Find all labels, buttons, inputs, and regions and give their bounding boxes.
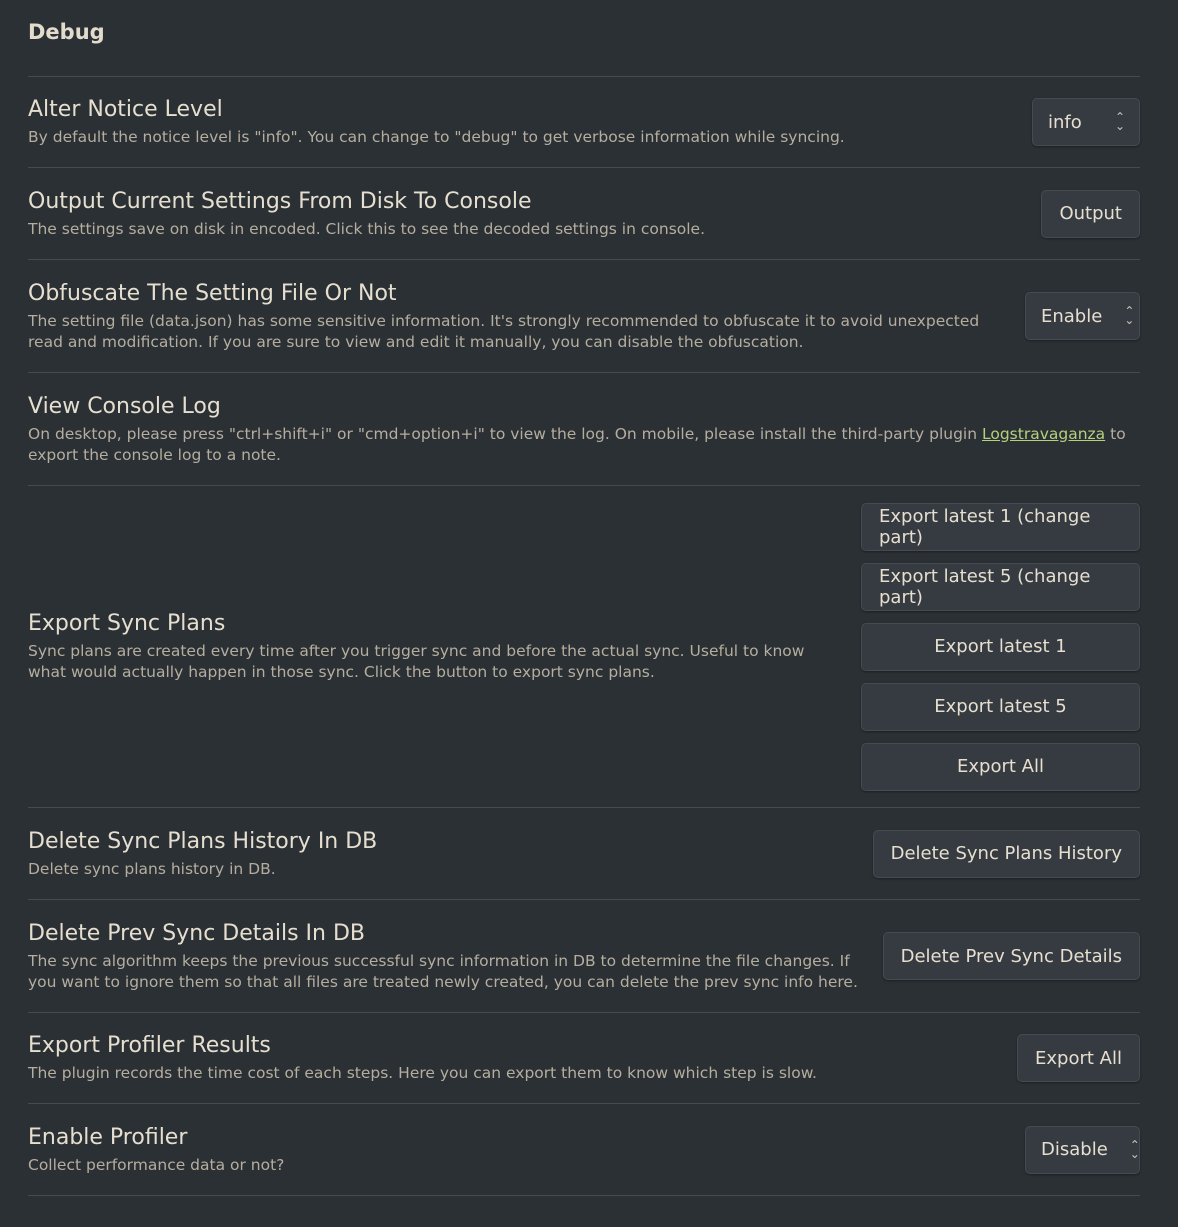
setting-enable-profiler: Enable Profiler Collect performance data… xyxy=(28,1103,1140,1196)
select-value: Disable xyxy=(1041,1139,1108,1160)
export-all-plans-button[interactable]: Export All xyxy=(861,742,1140,791)
setting-name: Alter Notice Level xyxy=(28,97,223,122)
select-value: info xyxy=(1048,111,1082,133)
section-title: Debug xyxy=(28,20,105,44)
setting-console-log: View Console Log On desktop, please pres… xyxy=(28,372,1140,485)
debug-settings-page: Debug Alter Notice Level By default the … xyxy=(0,0,1178,1196)
obfuscate-select[interactable]: Enable ⌃ ⌄ xyxy=(1025,292,1140,340)
setting-name: Output Current Settings From Disk To Con… xyxy=(28,188,532,214)
setting-export-sync-plans: Export Sync Plans Sync plans are created… xyxy=(28,485,1140,807)
delete-sync-plans-button[interactable]: Delete Sync Plans History xyxy=(872,829,1140,878)
setting-description: Collect performance data or not? xyxy=(28,1155,285,1174)
export-latest-1-button[interactable]: Export latest 1 xyxy=(861,622,1140,671)
chevron-up-down-icon: ⌃ ⌄ xyxy=(1114,110,1125,133)
delete-prev-sync-button[interactable]: Delete Prev Sync Details xyxy=(882,932,1140,980)
setting-description: The plugin records the time cost of each… xyxy=(28,1064,817,1082)
export-latest-5-change-button[interactable]: Export latest 5 (change part) xyxy=(861,562,1140,611)
setting-description: The setting file (data.json) has some se… xyxy=(28,311,980,351)
setting-export-profiler: Export Profiler Results The plugin recor… xyxy=(28,1012,1140,1103)
setting-name: Obfuscate The Setting File Or Not xyxy=(28,280,397,306)
setting-name: View Console Log xyxy=(28,393,221,419)
notice-level-select[interactable]: info ⌃ ⌄ xyxy=(1032,98,1140,146)
output-button[interactable]: Output xyxy=(1041,189,1140,238)
chevron-up-down-icon: ⌃ ⌄ xyxy=(1129,1137,1140,1161)
setting-output-settings: Output Current Settings From Disk To Con… xyxy=(28,167,1140,259)
select-value: Enable xyxy=(1041,305,1103,327)
desc-text-before: On desktop, please press "ctrl+shift+i" … xyxy=(28,424,982,443)
setting-description: The settings save on disk in encoded. Cl… xyxy=(28,219,706,238)
setting-name: Delete Prev Sync Details In DB xyxy=(28,920,366,946)
logstravaganza-link[interactable]: Logstravaganza xyxy=(982,425,1105,443)
setting-name: Enable Profiler xyxy=(28,1124,188,1150)
setting-delete-prev-sync: Delete Prev Sync Details In DB The sync … xyxy=(28,899,1140,1012)
setting-description: The sync algorithm keeps the previous su… xyxy=(28,951,858,991)
setting-obfuscate: Obfuscate The Setting File Or Not The se… xyxy=(28,259,1140,372)
setting-name: Export Sync Plans xyxy=(28,611,226,636)
chevron-up-down-icon: ⌃ ⌄ xyxy=(1124,304,1135,327)
export-profiler-button[interactable]: Export All xyxy=(1017,1034,1140,1082)
setting-description: By default the notice level is "info". Y… xyxy=(28,128,845,146)
setting-name: Delete Sync Plans History In DB xyxy=(28,828,378,854)
setting-description: On desktop, please press "ctrl+shift+i" … xyxy=(28,424,1140,466)
setting-name: Export Profiler Results xyxy=(28,1033,271,1058)
profiler-select[interactable]: Disable ⌃ ⌄ xyxy=(1025,1125,1140,1174)
setting-description: Delete sync plans history in DB. xyxy=(28,859,276,878)
setting-description: Sync plans are created every time after … xyxy=(28,642,805,681)
export-latest-5-button[interactable]: Export latest 5 xyxy=(861,682,1140,731)
setting-delete-sync-plans: Delete Sync Plans History In DB Delete s… xyxy=(28,807,1140,899)
setting-notice-level: Alter Notice Level By default the notice… xyxy=(28,76,1140,167)
export-latest-1-change-button[interactable]: Export latest 1 (change part) xyxy=(861,502,1140,551)
